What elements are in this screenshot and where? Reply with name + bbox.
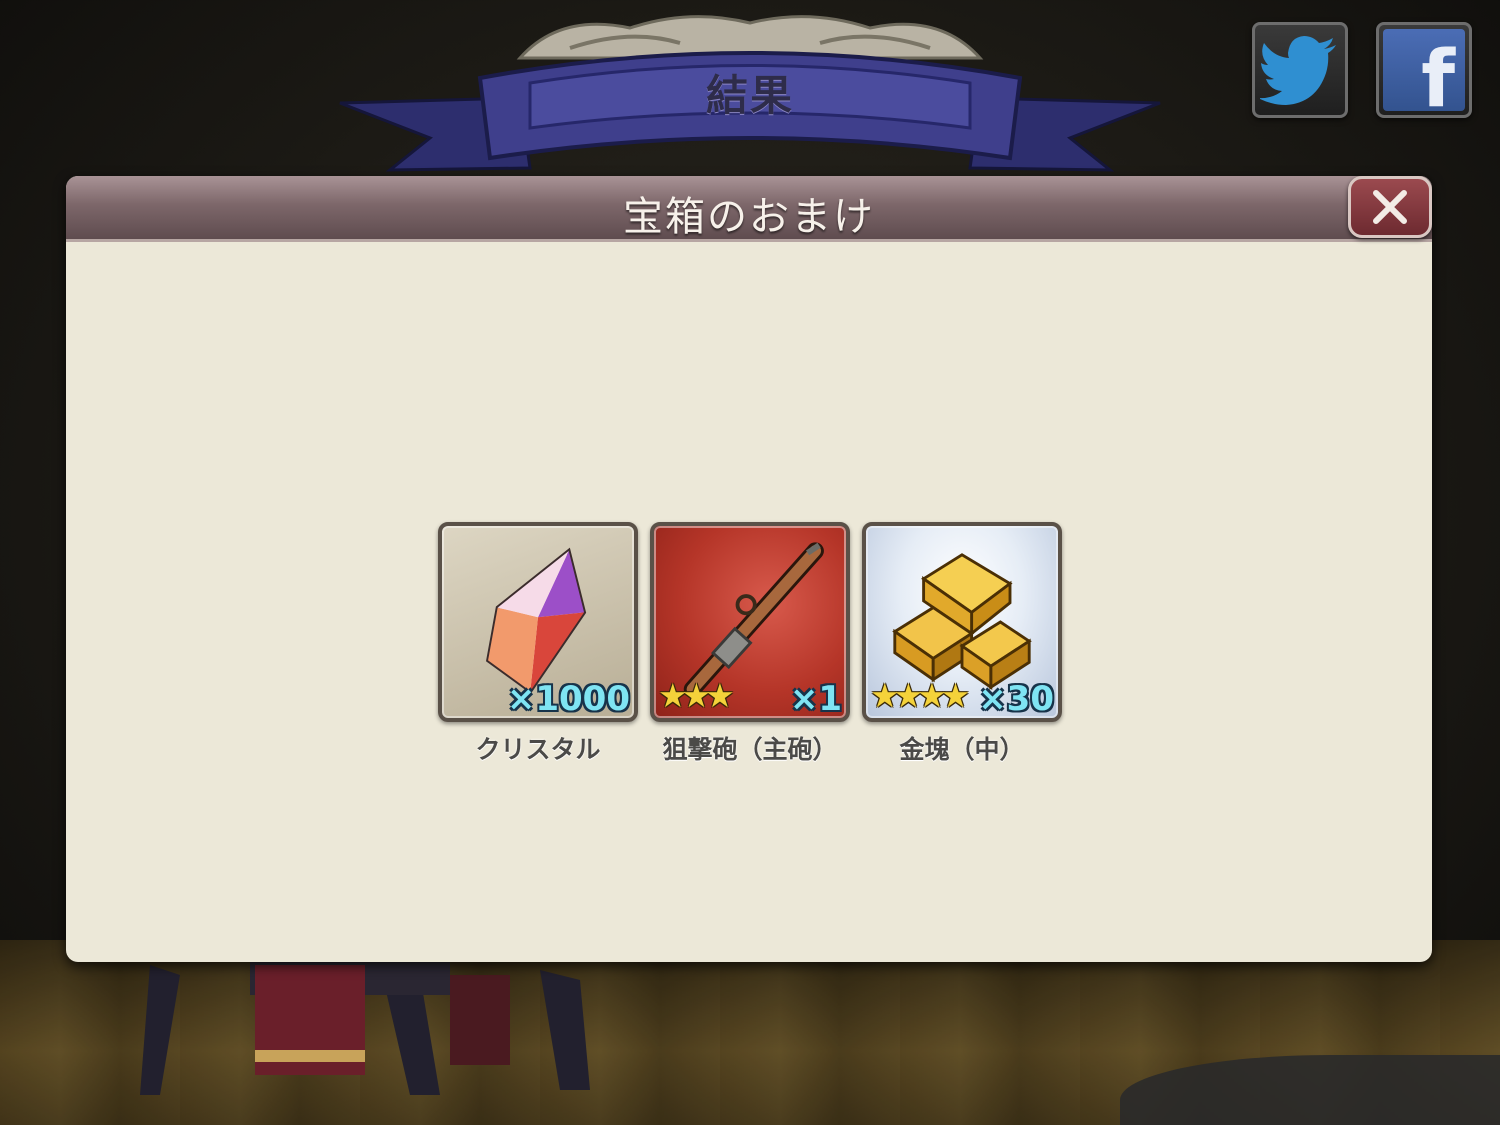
- reward-quantity: ×1: [789, 679, 842, 719]
- rarity-stars: ★★★★: [870, 676, 970, 715]
- reward-list: ×1000 クリスタル ★★★ ×1 狙撃砲（主砲） ★★★★ ×30 金塊（中…: [438, 522, 1064, 772]
- reward-quantity: ×30: [978, 679, 1054, 719]
- reward-name: クリスタル: [475, 735, 601, 764]
- dialog-header: 宝箱のおまけ: [66, 176, 1432, 242]
- reward-tile: ★★★★ ×30: [862, 522, 1062, 722]
- twitter-share-button[interactable]: [1252, 22, 1348, 118]
- reward-name: 狙撃砲（主砲）: [662, 735, 838, 764]
- facebook-f-icon: f: [1383, 29, 1465, 111]
- reward-name: 金塊（中）: [899, 735, 1025, 764]
- rarity-stars: ★★★: [658, 676, 735, 715]
- close-x-icon: [1373, 190, 1407, 224]
- dialog-title: 宝箱のおまけ: [623, 194, 875, 240]
- reward-tile: ×1000: [438, 522, 638, 722]
- reward-item-gold-bars[interactable]: ★★★★ ×30 金塊（中）: [862, 522, 1062, 766]
- reward-quantity: ×1000: [506, 679, 630, 719]
- close-button[interactable]: [1348, 176, 1432, 238]
- mech-robot-background: [140, 955, 590, 1095]
- reward-tile: ★★★ ×1: [650, 522, 850, 722]
- facebook-share-button[interactable]: f: [1376, 22, 1472, 118]
- reward-item-crystal[interactable]: ×1000 クリスタル: [438, 522, 638, 766]
- twitter-bird-icon: [1260, 36, 1336, 105]
- facebook-letter: f: [1421, 35, 1455, 111]
- reward-item-sniper-cannon[interactable]: ★★★ ×1 狙撃砲（主砲）: [650, 522, 850, 766]
